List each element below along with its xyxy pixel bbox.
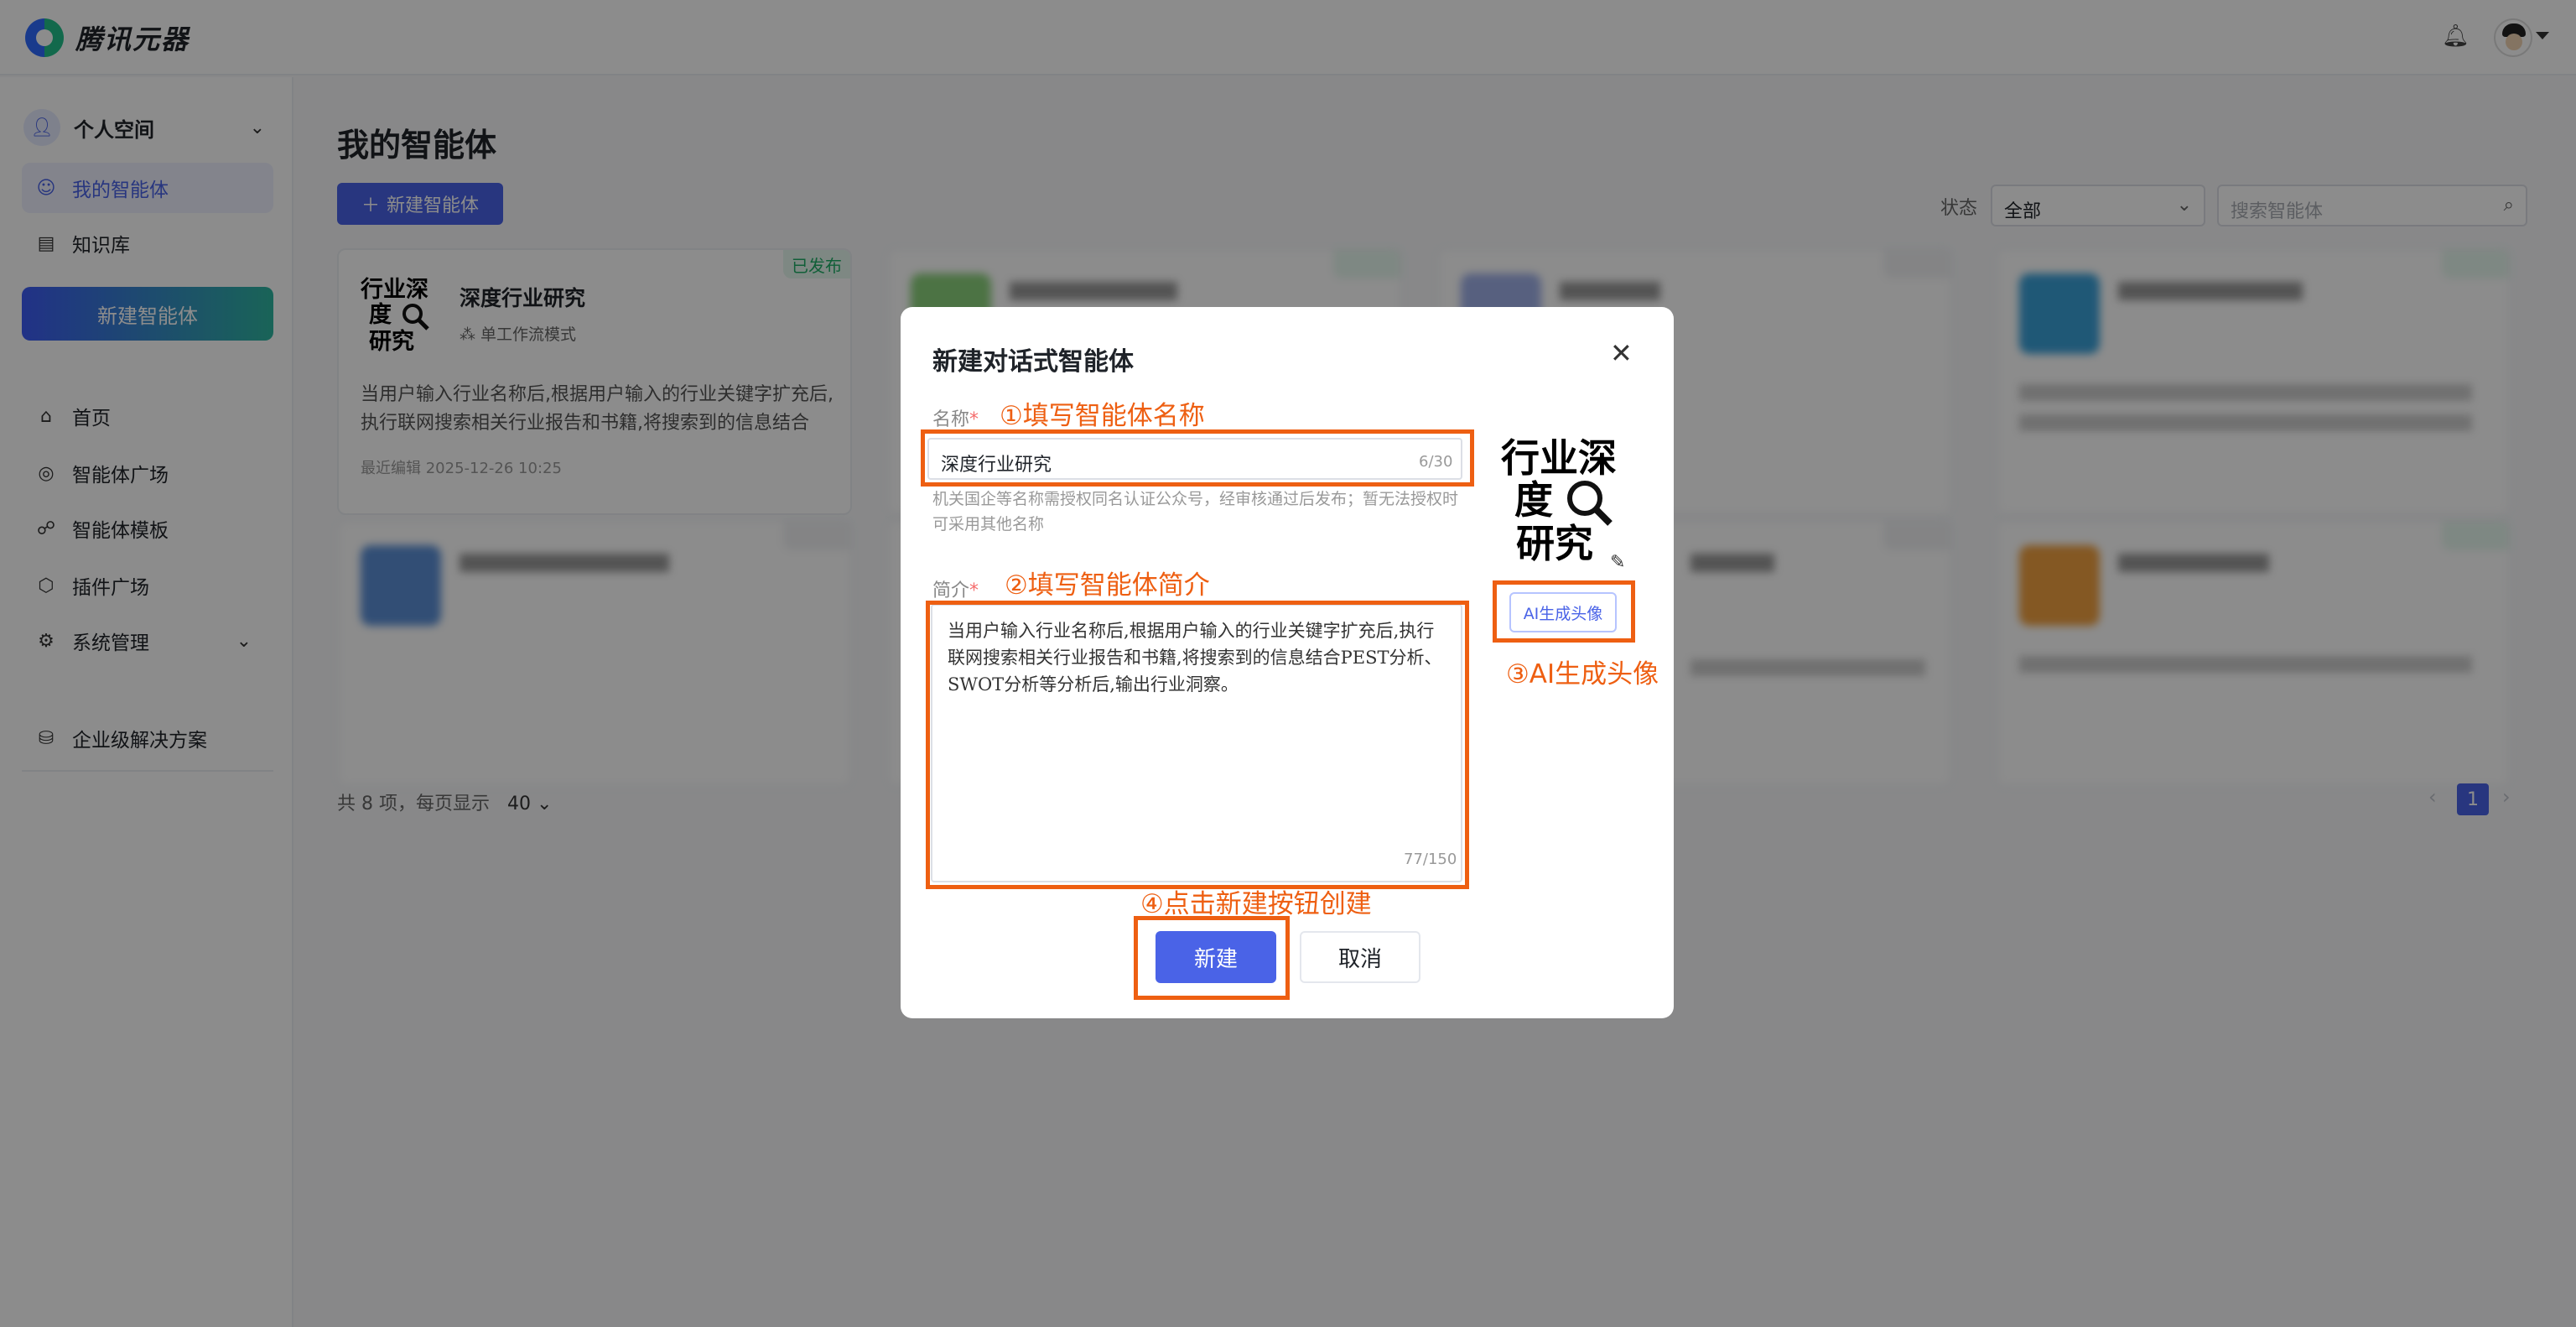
- annotation-step3: ③AI生成头像: [1506, 659, 1659, 690]
- annotation-box-avatar: [1493, 580, 1635, 643]
- create-agent-modal: 新建对话式智能体 ✕ 名称* 深度行业研究 6/30 机关国企等名称需授权同名认…: [901, 307, 1674, 1018]
- modal-title: 新建对话式智能体: [932, 347, 1134, 377]
- annotation-box-intro: [926, 601, 1469, 889]
- svg-text:研究: 研究: [1516, 521, 1593, 565]
- name-label: 名称*: [932, 404, 979, 431]
- annotation-step1: ①填写智能体名称: [1000, 401, 1205, 431]
- name-label-text: 名称: [932, 409, 970, 430]
- annotation-step4: ④点击新建按钮创建: [1140, 889, 1372, 919]
- intro-label-text: 简介: [932, 580, 970, 601]
- close-icon[interactable]: ✕: [1610, 337, 1633, 369]
- required-mark: *: [969, 409, 979, 430]
- agent-avatar[interactable]: 行业深 度 研究: [1498, 431, 1632, 566]
- svg-text:行业深: 行业深: [1501, 435, 1617, 481]
- edit-icon[interactable]: ✎: [1610, 552, 1625, 573]
- annotation-box-name: [921, 429, 1474, 487]
- intro-label: 简介*: [932, 575, 979, 602]
- annotation-box-submit: [1134, 916, 1290, 1000]
- annotation-step2: ②填写智能体简介: [1005, 570, 1210, 601]
- cancel-button[interactable]: 取消: [1300, 931, 1420, 983]
- required-mark: *: [969, 580, 979, 601]
- svg-text:度: 度: [1514, 477, 1553, 523]
- name-hint: 机关国企等名称需授权同名认证公众号，经审核通过后发布；暂无法授权时可采用其他名称: [932, 490, 1459, 533]
